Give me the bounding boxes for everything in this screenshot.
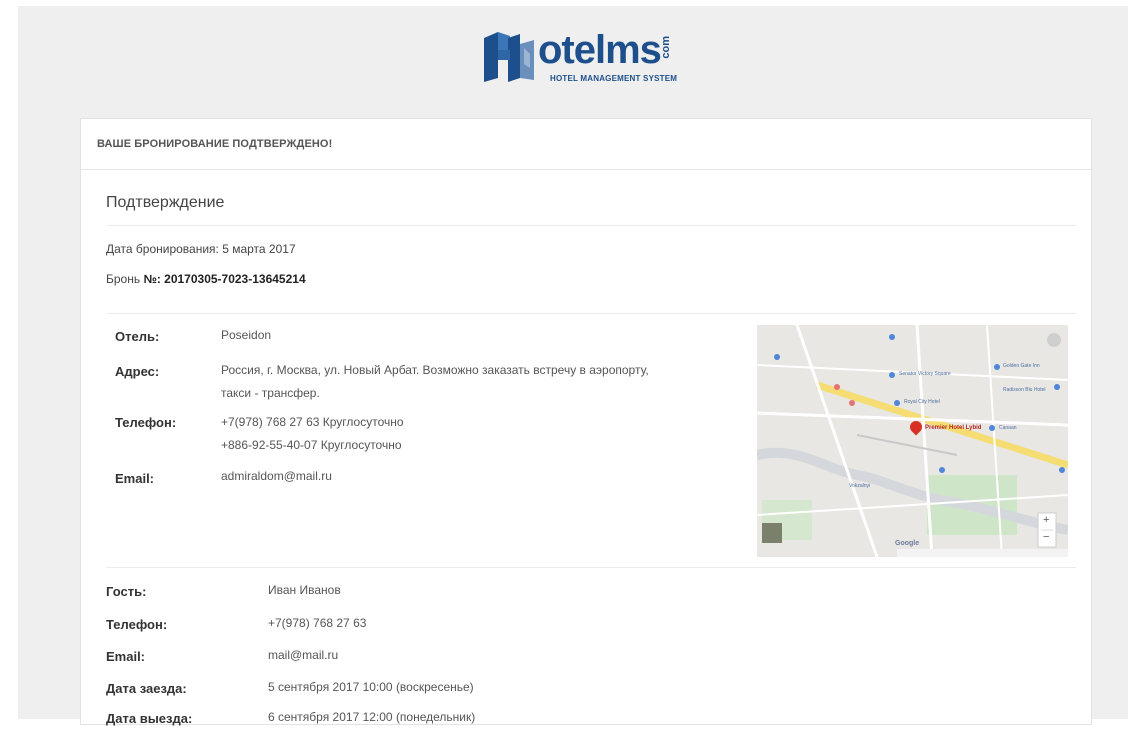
- map-place-label: Royal City Hotel: [904, 399, 940, 405]
- map-zoom-in-button[interactable]: +: [1043, 514, 1049, 526]
- booking-date: Дата бронирования: 5 марта 2017: [106, 242, 296, 256]
- booking-number-label: Бронь: [106, 272, 144, 286]
- address-label: Адрес:: [115, 364, 160, 379]
- hotel-location-map[interactable]: Premier Hotel Lybid Golden Gate Inn Sena…: [757, 325, 1068, 557]
- address-value: Россия, г. Москва, ул. Новый Арбат. Возм…: [221, 359, 649, 405]
- hotel-email-label: Email:: [115, 471, 155, 486]
- guest-value: Иван Иванов: [268, 583, 341, 597]
- card-header: ВАШЕ БРОНИРОВАНИЕ ПОДТВЕРЖДЕНО!: [81, 119, 1091, 170]
- map-pin-label: Premier Hotel Lybid: [925, 425, 982, 431]
- hm-logo-icon: [484, 32, 534, 82]
- hotel-phone-line: +7(978) 768 27 63 Круглосуточно: [221, 415, 404, 429]
- divider: [106, 567, 1076, 568]
- checkout-value: 6 сентября 2017 12:00 (понедельник): [268, 710, 476, 724]
- divider: [106, 313, 1076, 314]
- email-background: otelms com HOTEL MANAGEMENT SYSTEM ВАШЕ …: [18, 6, 1128, 726]
- booking-number: Бронь №: 20170305-7023-13645214: [106, 272, 306, 286]
- logo-wordmark: otelms: [538, 28, 662, 72]
- booking-card: ВАШЕ БРОНИРОВАНИЕ ПОДТВЕРЖДЕНО! Подтверж…: [80, 118, 1092, 726]
- hotel-label: Отель:: [115, 329, 160, 344]
- hotel-email-value[interactable]: admiraldom@mail.ru: [221, 465, 332, 488]
- map-place-label: Golden Gate Inn: [1003, 363, 1040, 369]
- confirmation-heading: ВАШЕ БРОНИРОВАНИЕ ПОДТВЕРЖДЕНО!: [97, 138, 333, 150]
- checkin-label: Дата заезда:: [106, 681, 187, 696]
- address-line: Россия, г. Москва, ул. Новый Арбат. Возм…: [221, 363, 649, 377]
- guest-email-value[interactable]: mail@mail.ru: [268, 644, 338, 667]
- map-place-label: Canaan: [999, 425, 1017, 431]
- guest-phone-value: +7(978) 768 27 63: [268, 616, 367, 630]
- booking-number-value: №: 20170305-7023-13645214: [143, 272, 306, 286]
- map-place-label: Radisson Blu Hotel: [1003, 387, 1046, 393]
- hotel-phone-line: +886-92-55-40-07 Круглосуточно: [221, 438, 402, 452]
- map-zoom-out-button[interactable]: −: [1043, 531, 1049, 543]
- google-logo: Google: [895, 540, 920, 547]
- checkin-value: 5 сентября 2017 10:00 (воскресенье): [268, 680, 474, 694]
- hotel-phone-value: +7(978) 768 27 63 Круглосуточно +886-92-…: [221, 411, 404, 457]
- map-place-label: Vokzalnyi: [849, 483, 871, 489]
- hotel-phone-label: Телефон:: [115, 415, 177, 430]
- logo-com: com: [660, 36, 672, 59]
- logo-subtitle: HOTEL MANAGEMENT SYSTEM: [550, 74, 678, 83]
- guest-email-label: Email:: [106, 649, 146, 664]
- guest-phone-label: Телефон:: [106, 617, 168, 632]
- address-line: такси - трансфер.: [221, 386, 320, 400]
- otelms-logo: otelms com HOTEL MANAGEMENT SYSTEM: [480, 28, 700, 90]
- section-title: Подтверждение: [106, 194, 225, 211]
- guest-label: Гость:: [106, 584, 147, 599]
- map-place-label: Senator Victory Square: [899, 371, 951, 377]
- hotel-value: Poseidon: [221, 328, 272, 342]
- divider: [106, 225, 1076, 226]
